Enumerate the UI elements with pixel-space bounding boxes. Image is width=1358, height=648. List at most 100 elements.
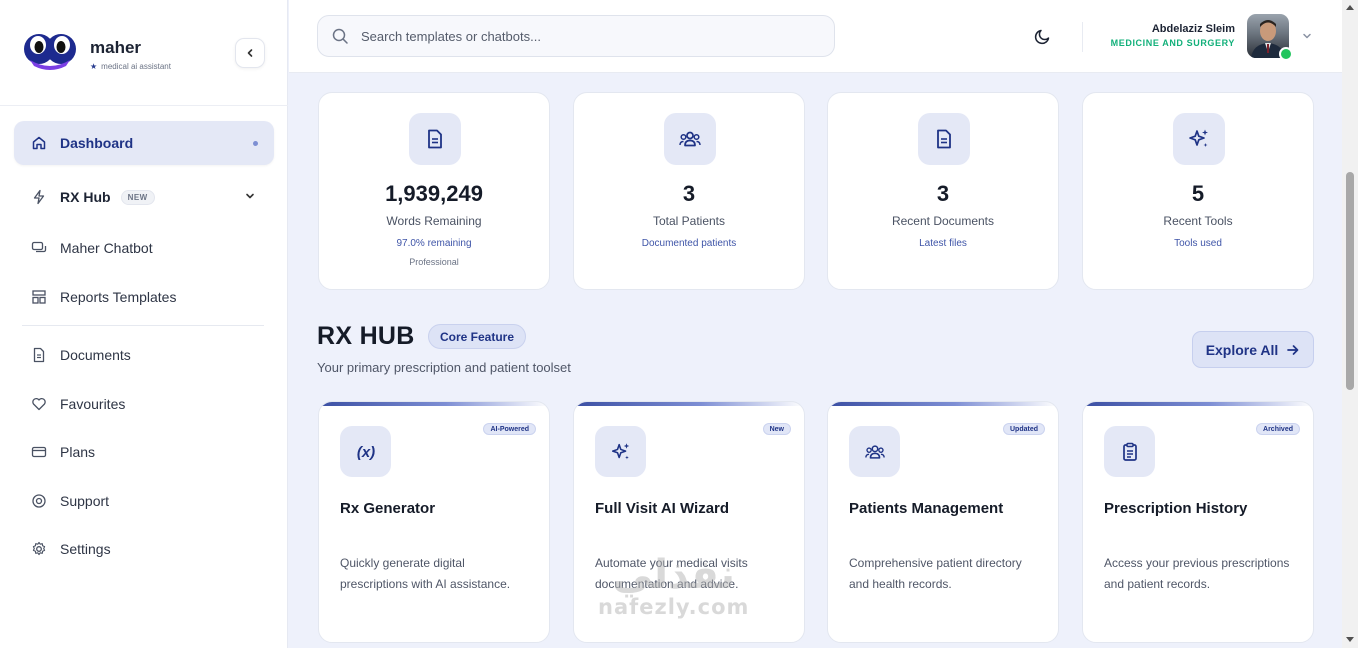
section-subtitle: Your primary prescription and patient to…	[317, 360, 571, 375]
sidebar-item-dashboard[interactable]: Dashboard	[14, 121, 274, 165]
card-description: Access your previous prescriptions and p…	[1104, 556, 1290, 591]
stat-card-recent-tools: 5 Recent Tools Tools used	[1082, 92, 1314, 290]
stat-value: 1,939,249	[385, 181, 483, 206]
stat-label: Recent Documents	[891, 214, 995, 228]
collapse-sidebar-button[interactable]	[235, 38, 265, 68]
scroll-down-arrow-icon[interactable]	[1346, 637, 1354, 642]
stat-value: 3	[936, 181, 950, 206]
sidebar-item-favourites[interactable]: Favourites	[14, 382, 274, 426]
brand-tagline-text: medical ai assistant	[101, 62, 171, 71]
card-title: Full Visit AI Wizard	[595, 500, 730, 517]
sidebar-item-label: Reports Templates	[60, 289, 177, 305]
stat-card-words-remaining: 1,939,249 Words Remaining 97.0% remainin…	[318, 92, 550, 290]
user-name: Abdelaziz Sleim	[1151, 23, 1235, 35]
topbar: Abdelaziz Sleim MEDICINE AND SURGERY	[289, 0, 1342, 73]
card-tag: AI-Powered	[483, 423, 536, 435]
explore-all-button[interactable]: Explore All	[1192, 331, 1314, 368]
document-icon	[30, 346, 48, 364]
users-icon	[849, 426, 900, 477]
maher-logo-icon[interactable]	[22, 30, 78, 70]
sidebar-item-label: Documents	[60, 347, 131, 363]
stat-value: 3	[682, 181, 696, 206]
search-input[interactable]	[361, 28, 811, 44]
card-title: Patients Management	[849, 500, 1004, 517]
sidebar-item-maher-chatbot[interactable]: Maher Chatbot	[14, 226, 274, 270]
sidebar-item-label: Settings	[60, 541, 111, 557]
brand-tagline: ★ medical ai assistant	[90, 62, 171, 71]
sparkles-icon	[1173, 113, 1225, 165]
card-tag: New	[762, 423, 791, 435]
stat-subtext: Latest files	[919, 238, 967, 249]
sidebar-item-label: Support	[60, 493, 110, 509]
sidebar-item-label: RX Hub	[60, 189, 111, 205]
sidebar-item-label: Maher Chatbot	[60, 240, 153, 256]
scroll-thumb[interactable]	[1346, 172, 1354, 390]
sidebar-item-settings[interactable]: Settings	[14, 527, 274, 571]
brand-header: maher ★ medical ai assistant	[0, 0, 288, 106]
sidebar-item-rx-hub[interactable]: RX Hub NEW	[14, 175, 274, 219]
clipboard-icon	[1104, 426, 1155, 477]
card-title: Prescription History	[1104, 500, 1248, 517]
stat-subtext: 97.0% remaining	[396, 238, 472, 249]
card-title: Rx Generator	[340, 500, 436, 517]
online-status-dot	[1279, 47, 1293, 61]
sidebar-item-plans[interactable]: Plans	[14, 430, 274, 474]
card-description: Comprehensive patient directory and heal…	[849, 556, 1022, 591]
card-accent-bar	[828, 402, 1058, 406]
gear-icon	[30, 540, 48, 558]
card-accent-bar	[319, 402, 549, 406]
feature-card-full-visit-ai-wizard[interactable]: New Full Visit AI Wizard Automate your m…	[573, 401, 805, 643]
card-tag: Updated	[1003, 423, 1045, 435]
active-indicator-dot	[253, 141, 258, 146]
arrow-right-icon	[1287, 344, 1299, 355]
chat-icon	[30, 239, 48, 257]
document-icon	[918, 113, 970, 165]
function-icon: (x)	[340, 426, 391, 477]
card-accent-bar	[1083, 402, 1313, 406]
stat-label: Words Remaining	[386, 214, 482, 228]
sidebar: maher ★ medical ai assistant Dashboard R…	[0, 0, 288, 648]
plan-name: Professional	[409, 257, 459, 267]
sidebar-item-reports-templates[interactable]: Reports Templates	[14, 275, 274, 319]
topbar-divider	[1082, 22, 1083, 52]
feature-card-prescription-history[interactable]: Archived Prescription History Access you…	[1082, 401, 1314, 643]
stat-label: Recent Tools	[1163, 214, 1233, 228]
search-icon	[332, 28, 348, 44]
theme-toggle-button[interactable]	[1027, 20, 1059, 52]
sidebar-item-documents[interactable]: Documents	[14, 333, 274, 377]
layout-icon	[30, 288, 48, 306]
chevron-left-icon	[247, 49, 253, 57]
section-title: RX HUB	[317, 322, 415, 350]
card-accent-bar	[574, 402, 804, 406]
star-icon: ★	[90, 62, 98, 71]
home-icon	[30, 134, 48, 152]
search-box[interactable]	[317, 15, 835, 57]
user-role: MEDICINE AND SURGERY	[1110, 38, 1235, 48]
sidebar-item-label: Favourites	[60, 396, 126, 412]
sparkles-icon	[595, 426, 646, 477]
feature-card-patients-management[interactable]: Updated Patients Management Comprehensiv…	[827, 401, 1059, 643]
sidebar-divider	[22, 325, 264, 326]
core-feature-badge: Core Feature	[428, 324, 527, 349]
chevron-down-icon[interactable]	[1301, 30, 1313, 42]
credit-card-icon	[30, 443, 48, 461]
sidebar-item-label: Dashboard	[60, 135, 134, 151]
stat-label: Total Patients	[652, 214, 726, 228]
stat-subtext: Documented patients	[641, 238, 737, 249]
scrollbar[interactable]	[1342, 0, 1358, 648]
card-description: Quickly generate digital prescriptions w…	[340, 556, 511, 591]
feature-card-rx-generator[interactable]: AI-Powered (x) Rx Generator Quickly gene…	[318, 401, 550, 643]
lightning-icon	[30, 188, 48, 206]
stat-card-total-patients: 3 Total Patients Documented patients	[573, 92, 805, 290]
stat-value: 5	[1191, 181, 1205, 206]
sidebar-item-label: Plans	[60, 444, 96, 460]
chevron-down-icon[interactable]	[244, 190, 256, 202]
stat-card-recent-documents: 3 Recent Documents Latest files	[827, 92, 1059, 290]
moon-icon	[1034, 29, 1050, 45]
card-tag: Archived	[1256, 423, 1300, 435]
sidebar-item-support[interactable]: Support	[14, 479, 274, 523]
users-icon	[664, 113, 716, 165]
scroll-up-arrow-icon[interactable]	[1346, 5, 1354, 10]
new-badge: NEW	[120, 189, 155, 205]
card-description: Automate your medical visits documentati…	[595, 556, 748, 591]
